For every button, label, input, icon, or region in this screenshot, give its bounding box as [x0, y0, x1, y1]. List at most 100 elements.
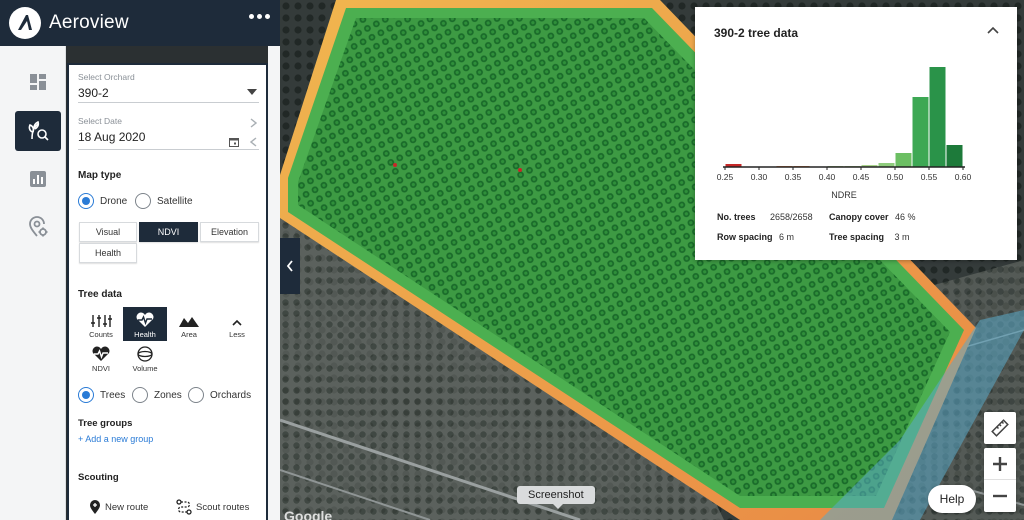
scout-routes-button[interactable]: Scout routes [176, 499, 249, 515]
screenshot-tooltip: Screenshot [517, 486, 595, 509]
tool-area[interactable]: Area [167, 307, 211, 341]
plant-search-icon[interactable] [15, 111, 61, 151]
next-date-chevron-icon[interactable] [250, 118, 257, 128]
stat-tree-spacing-label: Tree spacing [829, 232, 885, 242]
nav-rail [0, 46, 66, 520]
zoom-out-button[interactable] [984, 480, 1016, 512]
radio-trees-label: Trees [100, 389, 126, 401]
area-icon [179, 317, 199, 327]
radio-orchards-label: Orchards [210, 389, 252, 401]
tool-ndvi[interactable]: NDVI [79, 341, 123, 375]
new-route-button[interactable]: New route [89, 499, 148, 515]
prev-date-chevron-icon[interactable] [250, 137, 257, 147]
tool-counts-label: Counts [89, 330, 113, 339]
location-settings-icon[interactable] [15, 207, 61, 247]
ndre-histogram: 0.25 0.30 0.35 0.40 0.45 0.50 0.55 0.60 NDRE [717, 67, 972, 200]
map-type-title: Map type [78, 170, 122, 181]
histogram-tick-label-7: 0.60 [955, 172, 972, 182]
bar-chart-icon[interactable] [15, 159, 61, 199]
counts-icon [91, 315, 112, 327]
more-menu-icon[interactable] [249, 14, 270, 19]
add-group-link[interactable]: + Add a new group [78, 434, 153, 444]
zoom-out-icon [993, 494, 1007, 498]
new-route-label: New route [105, 501, 149, 513]
calendar-icon[interactable] [229, 137, 239, 147]
date-select[interactable]: Select Date 18 Aug 2020 [78, 116, 259, 150]
tool-counts[interactable]: Counts [79, 307, 123, 341]
stat-canopy-cover: Canopy cover 46 % [829, 212, 916, 222]
histogram-x-label: NDRE [831, 190, 857, 200]
stat-tree-spacing: Tree spacing 3 m [829, 232, 910, 242]
histogram-tick-label-3: 0.40 [819, 172, 836, 182]
tool-volume[interactable]: Volume [123, 341, 167, 375]
stat-tree-spacing-value: 3 m [894, 232, 910, 242]
radio-satellite-control[interactable] [135, 193, 151, 209]
chevron-left-icon [286, 260, 293, 272]
zoom-in-button[interactable] [984, 448, 1016, 480]
histogram-bar-8 [912, 97, 929, 167]
volume-sphere-icon [137, 346, 153, 362]
google-watermark: Google [284, 508, 333, 520]
tool-health-label: Health [134, 330, 156, 339]
histogram-bar-10 [946, 145, 963, 167]
radio-zones-label: Zones [154, 389, 182, 401]
radio-drone[interactable]: Drone [78, 193, 127, 209]
radio-orchards[interactable]: Orchards [188, 387, 251, 403]
layer-elevation-button[interactable]: Elevation [200, 222, 259, 242]
tool-volume-label: Volume [132, 364, 158, 373]
layer-visual-button[interactable]: Visual [79, 222, 137, 242]
ndvi-heart-icon [92, 346, 110, 361]
tool-health[interactable]: Health [123, 307, 167, 341]
logo-icon [18, 15, 32, 30]
app-title: Aeroview [49, 12, 129, 33]
layer-health-button[interactable]: Health [79, 243, 137, 263]
tree-data-card: 390-2 tree data 0.25 0.30 0.35 0.40 0.45 0.50… [695, 7, 1017, 260]
route-icon [176, 499, 192, 515]
histogram-tick-label-1: 0.30 [751, 172, 768, 182]
scouting-title: Scouting [78, 472, 119, 483]
tree-data-title: Tree data [78, 289, 122, 300]
histogram-tick-label-2: 0.35 [785, 172, 802, 182]
help-button[interactable]: Help [928, 485, 976, 513]
radio-trees[interactable]: Trees [78, 387, 125, 403]
zoom-controls [984, 448, 1016, 512]
ruler-icon [991, 419, 1009, 437]
radio-drone-control[interactable] [78, 193, 94, 209]
aeroview-logo[interactable] [9, 7, 41, 39]
radio-satellite-label: Satellite [157, 195, 193, 207]
measure-ruler-button[interactable] [984, 412, 1016, 444]
radio-orchards-control[interactable] [188, 387, 204, 403]
histogram-tick-label-6: 0.55 [921, 172, 938, 182]
orchard-select-value: 390-2 [78, 86, 109, 100]
radio-zones-control[interactable] [132, 387, 148, 403]
stat-no-trees: No. trees 2658/2658 [717, 212, 813, 222]
map-pin-icon [90, 500, 100, 514]
zoom-in-icon [993, 456, 1007, 471]
layer-ndvi-button[interactable]: NDVI [139, 222, 198, 242]
histogram-tick-label-5: 0.50 [887, 172, 904, 182]
radio-zones[interactable]: Zones [132, 387, 182, 403]
stat-canopy-label: Canopy cover [829, 212, 889, 222]
collapse-panel-button[interactable] [280, 238, 300, 294]
radio-satellite[interactable]: Satellite [135, 193, 193, 209]
stat-row-spacing-label: Row spacing [717, 232, 773, 242]
tool-less[interactable]: Less [215, 307, 259, 341]
tool-ndvi-label: NDVI [92, 364, 110, 373]
chevron-up-icon [232, 319, 242, 326]
histogram-bar-7 [895, 153, 912, 167]
tool-less-label: Less [229, 330, 245, 339]
dropdown-arrow-icon [247, 89, 257, 95]
histogram-tick-label-0: 0.25 [717, 172, 734, 182]
tree-groups-title: Tree groups [78, 418, 133, 429]
stat-no-trees-label: No. trees [717, 212, 756, 222]
radio-trees-control[interactable] [78, 387, 94, 403]
orchard-select-label: Select Orchard [78, 72, 135, 82]
tool-area-label: Area [181, 330, 197, 339]
histogram-tick-label-4: 0.45 [853, 172, 870, 182]
stat-no-trees-value: 2658/2658 [770, 212, 813, 222]
map-options-panel: Select Orchard 390-2 Select Date 18 Aug … [67, 63, 268, 520]
panel-gutter [268, 46, 280, 520]
orchard-select[interactable]: Select Orchard 390-2 [78, 72, 259, 103]
stat-row-spacing: Row spacing 6 m [717, 232, 794, 242]
dashboard-icon[interactable] [15, 62, 61, 102]
